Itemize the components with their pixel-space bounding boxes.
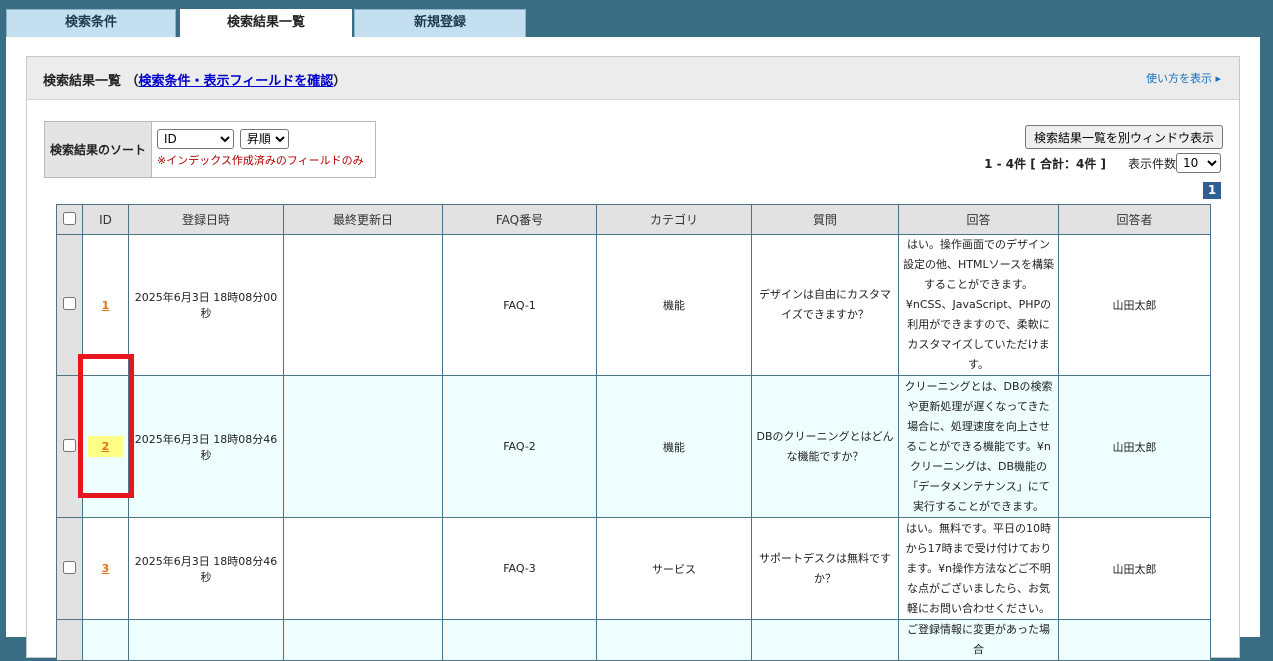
faq-number-cell: FAQ-2 xyxy=(442,375,597,518)
row-check-cell xyxy=(56,234,83,376)
created-cell: 2025年6月3日 18時08分00秒 xyxy=(128,234,284,376)
id-cell: 1 xyxy=(82,234,129,376)
table-row: 3 2025年6月3日 18時08分46秒 FAQ-3 サービス サポートデスク… xyxy=(56,517,1211,620)
table-row: ご登録情報に変更があった場合 xyxy=(56,619,1211,661)
page-1-button[interactable]: 1 xyxy=(1203,182,1221,199)
record-id-link[interactable]: 1 xyxy=(102,299,110,312)
column-header[interactable]: FAQ番号 xyxy=(442,204,597,235)
question-cell: DBのクリーニングとはどんな機能ですか？ xyxy=(751,375,899,518)
row-check-cell xyxy=(56,375,83,518)
row-checkbox[interactable] xyxy=(63,438,76,452)
sort-label: 検索結果のソート xyxy=(45,122,152,177)
category-cell: 機能 xyxy=(596,234,752,376)
select-all-cell xyxy=(56,204,83,235)
answer-cell: はい。操作画面でのデザイン設定の他、HTMLソースを構築することができます。¥n… xyxy=(898,234,1059,376)
updated-cell xyxy=(283,619,443,661)
column-header[interactable]: 回答 xyxy=(898,204,1059,235)
updated-cell xyxy=(283,375,443,518)
responder-cell: 山田太郎 xyxy=(1058,375,1211,518)
updated-cell xyxy=(283,234,443,376)
created-cell xyxy=(128,619,284,661)
results-table: ID 登録日時 最終更新日 FAQ番号 カテゴリ 質問 回答 回答者 1 202… xyxy=(56,204,1211,661)
id-cell: 3 xyxy=(82,517,129,620)
row-check-cell xyxy=(56,517,83,620)
open-new-window-button[interactable]: 検索結果一覧を別ウィンドウ表示 xyxy=(1024,125,1223,149)
id-cell xyxy=(82,619,129,661)
table-header-row: ID 登録日時 最終更新日 FAQ番号 カテゴリ 質問 回答 回答者 xyxy=(56,204,1211,235)
confirm-fields-link[interactable]: 検索条件・表示フィールドを確認 xyxy=(139,74,334,89)
question-cell: デザインは自由にカスタマイズできますか？ xyxy=(751,234,899,376)
column-header[interactable]: カテゴリ xyxy=(596,204,752,235)
category-cell: 機能 xyxy=(596,375,752,518)
category-cell xyxy=(596,619,752,661)
tab-search-results[interactable]: 検索結果一覧 xyxy=(180,9,352,39)
result-count-line: 1 - 4件 [ 合計：4件 ] 表示件数 10 xyxy=(984,153,1221,173)
row-check-cell xyxy=(56,619,83,661)
updated-cell xyxy=(283,517,443,620)
title-close: ） xyxy=(333,74,347,89)
per-page-label: 表示件数 xyxy=(1127,156,1176,171)
tab-search-conditions[interactable]: 検索条件 xyxy=(6,9,176,37)
answer-cell: クリーニングとは、DBの検索や更新処理が遅くなってきた場合に、処理速度を向上させ… xyxy=(898,375,1059,518)
result-count: 1 - 4件 [ 合計：4件 ] xyxy=(984,156,1106,171)
question-cell xyxy=(751,619,899,661)
record-id-link[interactable]: 2 xyxy=(87,436,124,457)
per-page-select[interactable]: 10 xyxy=(1176,153,1221,173)
created-cell: 2025年6月3日 18時08分46秒 xyxy=(128,517,284,620)
answer-cell: はい。無料です。平日の10時から17時まで受け付けております。¥n操作方法などご… xyxy=(898,517,1059,620)
results-section: 検索結果一覧 （検索条件・表示フィールドを確認） 使い方を表示 ▸ 検索結果のソ… xyxy=(26,56,1240,661)
table-row: 2 2025年6月3日 18時08分46秒 FAQ-2 機能 DBのクリーニング… xyxy=(56,375,1211,518)
tab-new-registration[interactable]: 新規登録 xyxy=(354,9,526,37)
row-checkbox[interactable] xyxy=(63,560,76,574)
content-panel: 検索結果一覧 （検索条件・表示フィールドを確認） 使い方を表示 ▸ 検索結果のソ… xyxy=(6,37,1260,661)
table-row: 1 2025年6月3日 18時08分00秒 FAQ-1 機能 デザインは自由にカ… xyxy=(56,234,1211,376)
sort-order-select[interactable]: 昇順 xyxy=(239,129,289,149)
column-header[interactable]: 質問 xyxy=(751,204,899,235)
column-header[interactable]: 回答者 xyxy=(1058,204,1211,235)
column-header[interactable]: ID xyxy=(82,204,129,235)
responder-cell: 山田太郎 xyxy=(1058,234,1211,376)
sort-field-select[interactable]: ID xyxy=(157,129,234,149)
responder-cell xyxy=(1058,619,1211,661)
created-cell: 2025年6月3日 18時08分46秒 xyxy=(128,375,284,518)
page-title: 検索結果一覧 （検索条件・表示フィールドを確認） xyxy=(43,70,346,89)
select-all-checkbox[interactable] xyxy=(63,211,76,225)
category-cell: サービス xyxy=(596,517,752,620)
responder-cell: 山田太郎 xyxy=(1058,517,1211,620)
id-cell: 2 xyxy=(82,375,129,518)
column-header[interactable]: 最終更新日 xyxy=(283,204,443,235)
question-cell: サポートデスクは無料ですか？ xyxy=(751,517,899,620)
answer-cell: ご登録情報に変更があった場合 xyxy=(898,619,1059,661)
faq-number-cell: FAQ-1 xyxy=(442,234,597,376)
faq-number-cell xyxy=(442,619,597,661)
section-header: 検索結果一覧 （検索条件・表示フィールドを確認） 使い方を表示 ▸ xyxy=(27,57,1239,100)
title-text: 検索結果一覧 （ xyxy=(43,74,139,89)
sort-box: 検索結果のソート ID 昇順 ※インデックス作成済みのフィールドのみ xyxy=(44,121,376,178)
row-checkbox[interactable] xyxy=(63,297,76,310)
column-header[interactable]: 登録日時 xyxy=(128,204,284,235)
help-link[interactable]: 使い方を表示 ▸ xyxy=(1146,70,1221,86)
sort-note: ※インデックス作成済みのフィールドのみ xyxy=(157,154,364,167)
record-id-link[interactable]: 3 xyxy=(102,562,110,575)
faq-number-cell: FAQ-3 xyxy=(442,517,597,620)
